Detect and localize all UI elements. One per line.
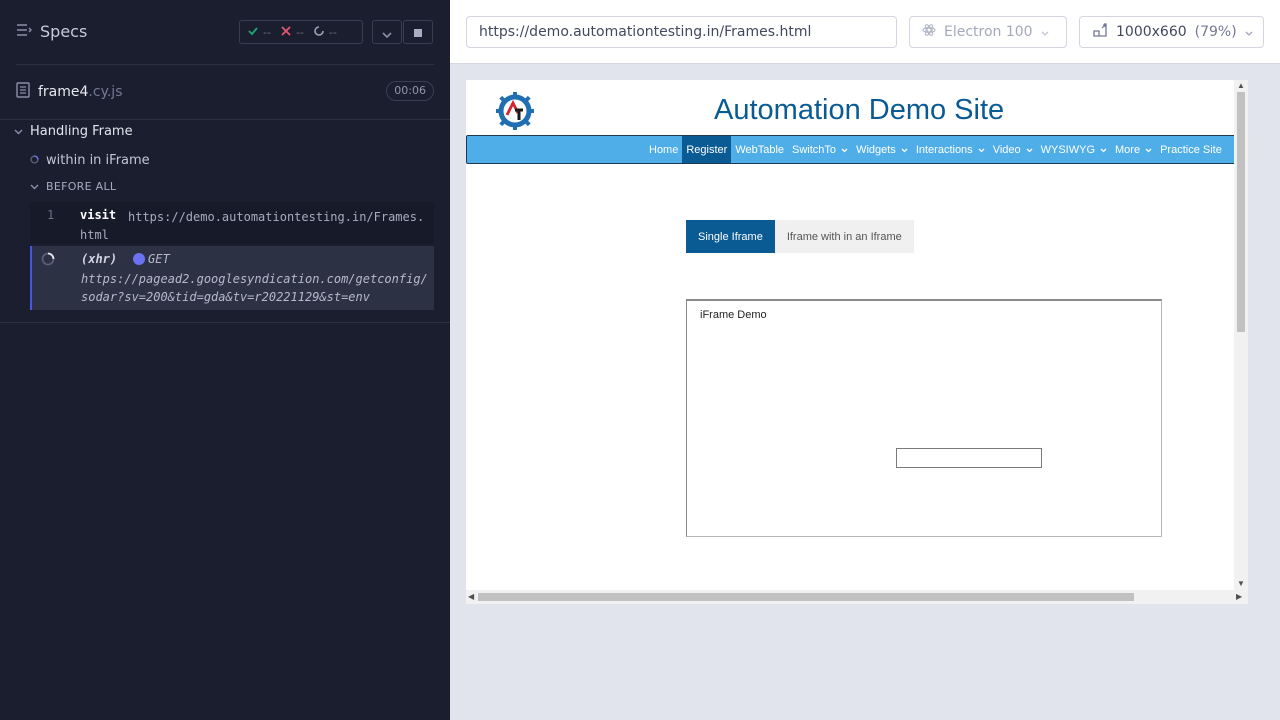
specs-toggle[interactable]: Specs <box>16 22 87 41</box>
test-item[interactable]: within in iFrame <box>30 153 150 168</box>
iframe-heading: iFrame Demo <box>700 309 767 321</box>
command-message: https://demo.automationtesting.in/Frames… <box>80 210 425 242</box>
header-divider <box>16 64 434 65</box>
spinner-icon <box>41 252 55 269</box>
chevron-down-icon <box>1026 144 1033 156</box>
chevron-down-icon <box>978 144 985 156</box>
chevron-down-icon <box>1145 144 1152 156</box>
spinner-icon <box>30 153 39 168</box>
chevron-down-icon <box>1041 24 1049 40</box>
reporter-divider <box>0 322 450 323</box>
nav-item-video[interactable]: Video <box>989 136 1037 163</box>
viewport-size: 1000x660 <box>1116 24 1187 40</box>
scroll-down-icon[interactable]: ▼ <box>1237 580 1245 588</box>
stop-icon <box>413 23 423 42</box>
chevron-down-icon <box>30 180 39 193</box>
viewport-selector[interactable]: 1000x660 (79%) <box>1079 16 1264 48</box>
scroll-right-icon[interactable]: ▶ <box>1236 593 1242 601</box>
suite-title: Handling Frame <box>30 124 133 139</box>
nav-item-practice-site[interactable]: Practice Site <box>1156 136 1226 163</box>
scroll-left-icon[interactable]: ◀ <box>468 593 474 601</box>
viewport-icon <box>1092 22 1108 42</box>
tab-nested-iframe[interactable]: Iframe with in an Iframe <box>774 220 914 253</box>
chevron-down-icon <box>14 124 23 139</box>
x-icon <box>281 25 291 39</box>
specs-title: Specs <box>40 22 88 41</box>
reporter-header: Specs -- -- -- <box>0 0 450 64</box>
nav-item-wysiwyg[interactable]: WYSIWYG <box>1037 136 1111 163</box>
xhr-method: GET <box>133 252 170 266</box>
chevron-down-icon <box>382 23 392 42</box>
chevron-down-icon <box>1100 144 1107 156</box>
iframe-text-input[interactable] <box>896 448 1042 468</box>
command-message: https://pagead2.googlesyndication.com/ge… <box>81 272 428 304</box>
command-visit[interactable]: 1 https://demo.automationtesting.in/Fram… <box>30 202 434 244</box>
check-icon <box>248 26 258 39</box>
status-dot-icon <box>133 253 145 265</box>
horizontal-scrollbar[interactable]: ◀ ▶ <box>466 590 1248 604</box>
browser-selector[interactable]: Electron 100 <box>909 16 1067 48</box>
tab-single-iframe[interactable]: Single Iframe <box>686 220 775 253</box>
file-divider <box>0 119 450 120</box>
command-number: 1 <box>47 208 55 222</box>
single-iframe: iFrame Demo <box>686 299 1162 537</box>
test-stats: -- -- -- <box>239 20 363 44</box>
command-name: (xhr) <box>81 252 118 266</box>
iframe-tabs: Single Iframe Iframe with in an Iframe <box>686 220 914 253</box>
vertical-scroll-thumb[interactable] <box>1237 92 1245 332</box>
url-bar[interactable]: https://demo.automationtesting.in/Frames… <box>466 16 897 48</box>
nav-item-register[interactable]: Register <box>682 136 732 163</box>
nav-item-widgets[interactable]: Widgets <box>852 136 912 163</box>
chevron-down-icon <box>841 144 848 156</box>
vertical-scrollbar[interactable]: ▲ ▼ <box>1234 80 1248 590</box>
document-icon <box>16 82 30 102</box>
chevron-down-icon <box>1245 24 1253 40</box>
collapse-button[interactable] <box>372 20 402 44</box>
duration-badge: 00:06 <box>386 81 434 101</box>
pending-stat: -- <box>314 26 337 39</box>
spinner-icon <box>314 25 324 39</box>
site-logo[interactable] <box>496 90 534 135</box>
passed-count: -- <box>263 25 271 39</box>
viewport-zoom: (79%) <box>1194 24 1237 40</box>
browser-name: Electron 100 <box>944 24 1033 40</box>
nav-item-webtable[interactable]: WebTable <box>731 136 788 163</box>
reporter-panel: Specs -- -- -- frame4.cy.js 00:06 Handli… <box>0 0 450 720</box>
site-navbar: Home Register WebTable SwitchTo Widgets … <box>466 135 1248 164</box>
site-title: Automation Demo Site <box>714 94 1005 126</box>
spec-file-row[interactable]: frame4.cy.js 00:06 <box>16 80 434 104</box>
nav-item-home[interactable]: Home <box>645 136 682 163</box>
passed-stat: -- <box>248 26 271 39</box>
app-under-test: Automation Demo Site Home Register WebTa… <box>466 80 1248 604</box>
suite-item[interactable]: Handling Frame <box>14 124 133 139</box>
stop-button[interactable] <box>403 20 433 44</box>
command-xhr[interactable]: (xhr) GET https://pagead2.googlesyndicat… <box>30 246 434 310</box>
command-name: visit <box>80 208 117 222</box>
spec-file-name: frame4.cy.js <box>38 84 123 100</box>
hook-title: BEFORE ALL <box>46 180 117 193</box>
specs-list-icon <box>16 22 32 41</box>
scroll-up-icon[interactable]: ▲ <box>1237 82 1245 90</box>
nav-item-interactions[interactable]: Interactions <box>912 136 989 163</box>
aut-header: https://demo.automationtesting.in/Frames… <box>450 0 1280 64</box>
electron-icon <box>922 23 936 41</box>
nav-item-more[interactable]: More <box>1111 136 1156 163</box>
failed-count: -- <box>295 25 304 39</box>
failed-stat: -- <box>281 26 304 39</box>
test-title: within in iFrame <box>46 153 150 168</box>
hook-item[interactable]: BEFORE ALL <box>30 180 116 193</box>
aut-panel: https://demo.automationtesting.in/Frames… <box>450 0 1280 720</box>
pending-count: -- <box>328 25 337 39</box>
nav-item-switchto[interactable]: SwitchTo <box>788 136 852 163</box>
chevron-down-icon <box>901 144 908 156</box>
horizontal-scroll-thumb[interactable] <box>478 593 1134 601</box>
